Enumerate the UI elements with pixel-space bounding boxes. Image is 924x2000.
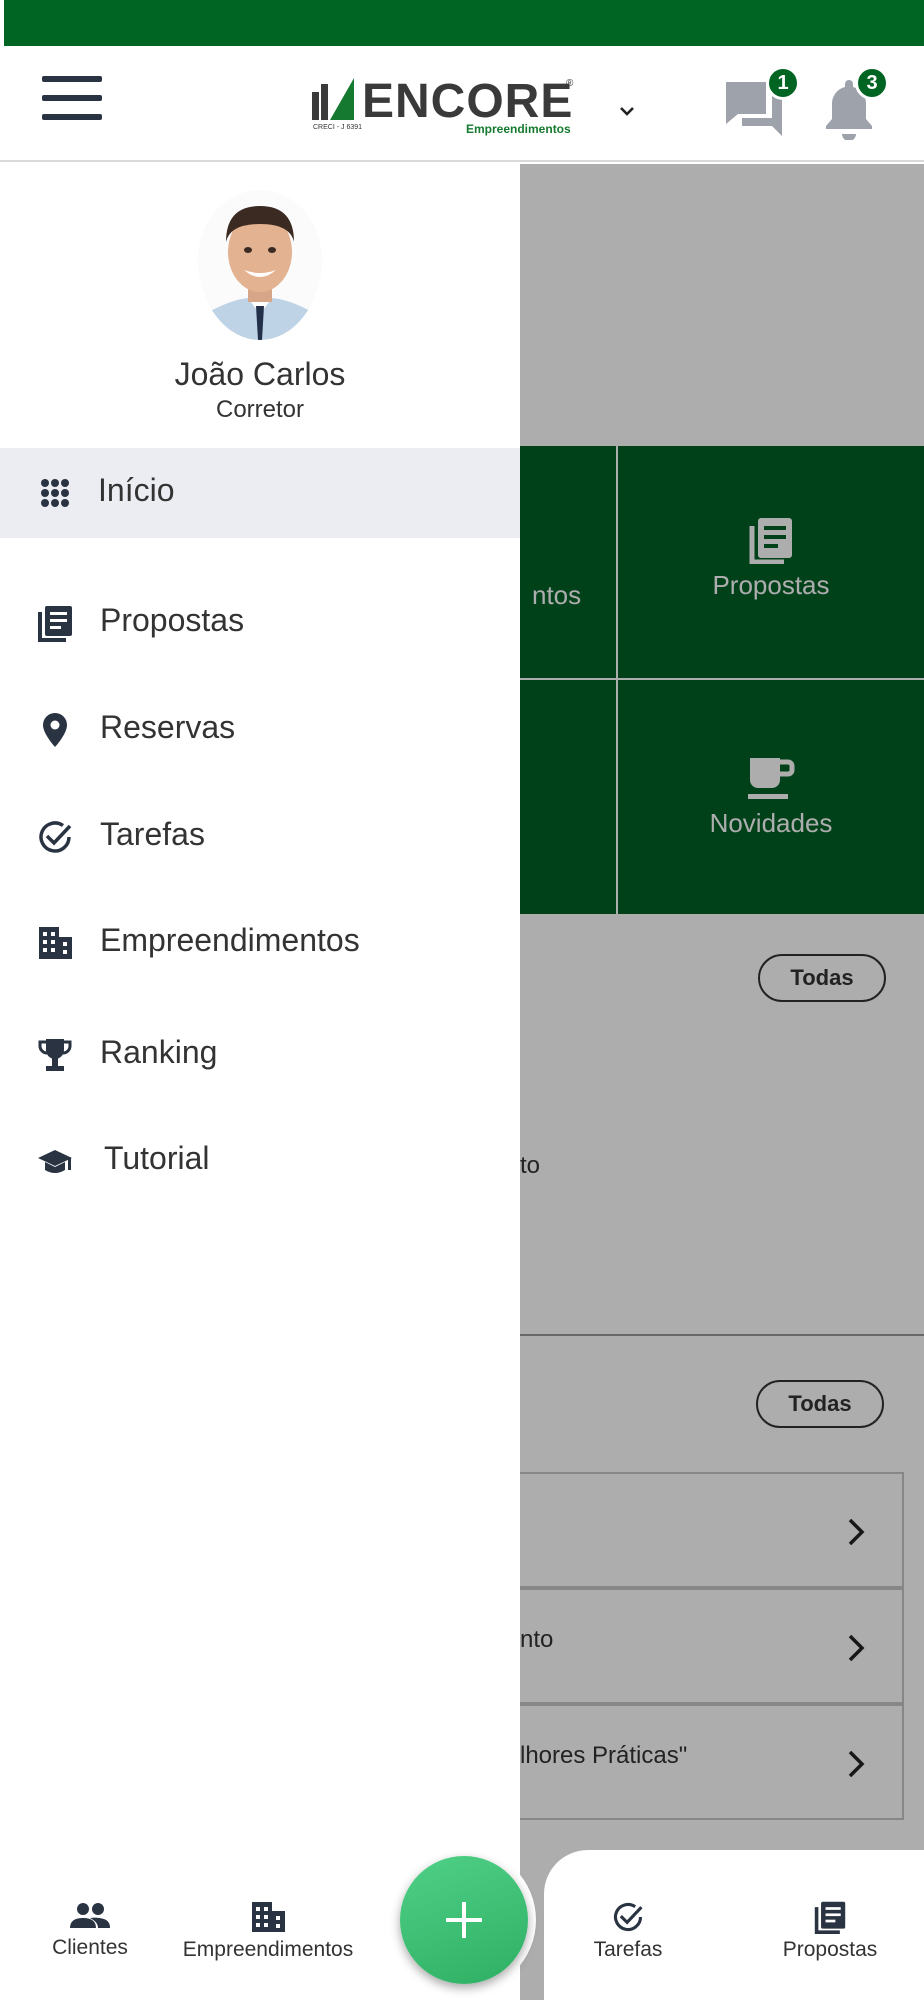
location-pin-icon bbox=[43, 713, 67, 747]
user-name: João Carlos bbox=[174, 356, 346, 392]
menu-item-tutorial[interactable]: Tutorial bbox=[0, 1120, 520, 1200]
document-icon bbox=[38, 606, 72, 642]
menu-item-reservas[interactable]: Reservas bbox=[0, 689, 520, 769]
nav-label: Empreendimentos bbox=[182, 1938, 354, 1961]
check-circle-icon bbox=[613, 1902, 643, 1932]
add-button[interactable] bbox=[400, 1856, 528, 1984]
avatar[interactable] bbox=[198, 190, 322, 340]
logo-text: ENCORE bbox=[362, 75, 574, 128]
menu-item-inicio[interactable]: Início bbox=[0, 452, 520, 532]
check-circle-icon bbox=[39, 821, 72, 853]
logo-mark bbox=[312, 78, 354, 120]
chevron-down-icon[interactable] bbox=[616, 100, 638, 122]
drawer-scrim[interactable] bbox=[520, 164, 924, 2000]
menu-item-propostas[interactable]: Propostas bbox=[0, 582, 520, 662]
nav-empreendimentos[interactable]: Empreendimentos bbox=[170, 1900, 366, 1980]
nav-tarefas[interactable]: Tarefas bbox=[580, 1900, 676, 1980]
nav-clientes[interactable]: Clientes bbox=[40, 1900, 140, 1980]
menu-item-label: Ranking bbox=[100, 1034, 218, 1070]
menu-item-label: Início bbox=[98, 472, 175, 508]
menu-item-label: Empreendimentos bbox=[100, 922, 360, 958]
user-role: Corretor bbox=[215, 396, 305, 423]
menu-item-tarefas[interactable]: Tarefas bbox=[0, 796, 520, 876]
messages-badge: 1 bbox=[766, 66, 800, 100]
building-icon bbox=[252, 1902, 285, 1932]
nav-label: Clientes bbox=[52, 1936, 128, 1959]
plus-icon bbox=[462, 1902, 466, 1938]
menu-icon[interactable] bbox=[42, 76, 102, 120]
menu-item-label: Tarefas bbox=[100, 816, 205, 852]
encore-logo: ENCORE ® Empreendimentos CRECI - J 6391 bbox=[310, 72, 580, 138]
menu-item-ranking[interactable]: Ranking bbox=[0, 1014, 520, 1094]
notifications-badge: 3 bbox=[855, 66, 889, 100]
logo-registered: ® bbox=[566, 78, 574, 89]
trophy-icon bbox=[38, 1039, 72, 1071]
logo-creci: CRECI - J 6391 bbox=[313, 124, 363, 131]
user-photo bbox=[198, 190, 322, 340]
app-header: ENCORE ® Empreendimentos CRECI - J 6391 … bbox=[0, 46, 924, 162]
grid-icon bbox=[41, 479, 69, 507]
menu-item-empreendimentos[interactable]: Empreendimentos bbox=[0, 902, 520, 982]
status-bar bbox=[4, 0, 924, 46]
building-icon bbox=[39, 927, 72, 959]
menu-item-label: Tutorial bbox=[104, 1140, 210, 1176]
graduation-cap-icon bbox=[38, 1150, 72, 1173]
nav-propostas[interactable]: Propostas bbox=[770, 1900, 890, 1980]
document-icon bbox=[814, 1901, 846, 1934]
logo-subtitle: Empreendimentos bbox=[466, 122, 571, 136]
navigation-drawer: João Carlos Corretor Início Propostas Re… bbox=[0, 164, 520, 2000]
menu-item-label: Reservas bbox=[100, 709, 236, 745]
nav-label: Propostas bbox=[782, 1938, 878, 1961]
menu-item-label: Propostas bbox=[100, 602, 245, 638]
nav-label: Tarefas bbox=[593, 1938, 663, 1961]
people-icon bbox=[70, 1903, 110, 1928]
app-screen: ntos Propostas Novidades Todas to Todas bbox=[0, 0, 924, 2000]
